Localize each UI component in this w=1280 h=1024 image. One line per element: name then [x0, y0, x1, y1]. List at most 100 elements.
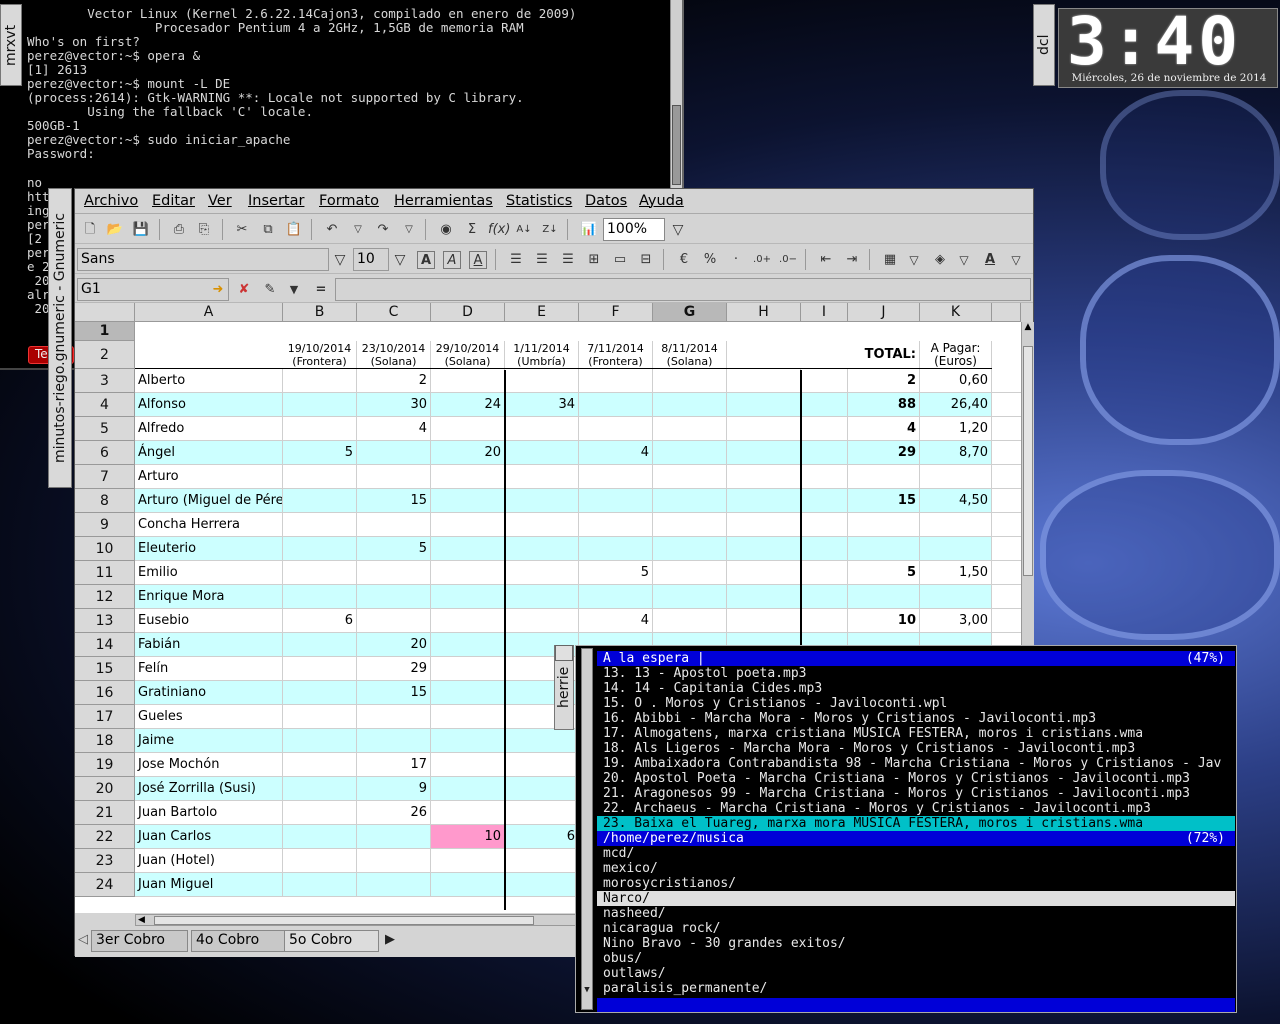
queue-item[interactable]: 20. Apostol Poeta - Marcha Cristiana - M… [597, 771, 1235, 786]
cell-f[interactable] [579, 369, 653, 393]
cell-g[interactable] [653, 585, 727, 609]
cell-d[interactable] [431, 657, 505, 681]
cell-f[interactable]: 4 [579, 609, 653, 633]
menu-insertar[interactable]: Insertar [248, 193, 304, 209]
menu-ayuda[interactable]: Ayuda [639, 193, 684, 209]
cell-g[interactable] [653, 513, 727, 537]
cell-k[interactable]: 3,00 [920, 609, 992, 633]
cell-f[interactable] [579, 393, 653, 417]
decrease-decimals-icon[interactable]: .0− [779, 251, 797, 269]
cell-i[interactable] [801, 585, 848, 609]
increase-indent-icon[interactable]: ⇥ [843, 251, 861, 269]
cell-j[interactable]: 10 [848, 609, 920, 633]
scroll-left-icon[interactable]: ◀ [138, 915, 145, 925]
queue-item[interactable]: 17. Almogatens, marxa cristiana MUSICA F… [597, 726, 1235, 741]
cell-b[interactable] [283, 489, 357, 513]
queue-item[interactable]: 16. Abibbi - Marcha Mora - Moros y Crist… [597, 711, 1235, 726]
cell-d[interactable] [431, 465, 505, 489]
queue-item[interactable]: 13. 13 - Apostol poeta.mp3 [597, 666, 1235, 681]
browser-item[interactable]: outlaws/ [597, 966, 1235, 981]
column-header-k[interactable]: K [920, 303, 992, 322]
percent-format-icon[interactable]: % [701, 251, 719, 269]
cell-h[interactable] [727, 465, 801, 489]
cell-h[interactable] [727, 561, 801, 585]
row-header[interactable]: 20 [75, 777, 135, 801]
cell-c[interactable]: 2 [357, 369, 431, 393]
cell-b[interactable] [283, 633, 357, 657]
cell-e[interactable] [505, 369, 579, 393]
cell-j[interactable]: 5 [848, 561, 920, 585]
cell-d[interactable] [431, 801, 505, 825]
cell-b[interactable] [283, 561, 357, 585]
cell-name[interactable]: Jose Mochón [135, 753, 283, 777]
column-header-j[interactable]: J [848, 303, 920, 322]
cell-b[interactable] [283, 777, 357, 801]
cell-j[interactable] [848, 585, 920, 609]
cell-h[interactable] [727, 585, 801, 609]
vertical-scroll-thumb[interactable] [1023, 346, 1033, 576]
cell-name[interactable]: Eusebio [135, 609, 283, 633]
cell-g[interactable] [653, 537, 727, 561]
cell-c[interactable]: 17 [357, 753, 431, 777]
column-header-a[interactable]: A [135, 303, 283, 322]
cell-h[interactable] [727, 369, 801, 393]
cell-c[interactable] [357, 585, 431, 609]
print-icon[interactable]: ⎙ [170, 221, 188, 239]
column-header-i[interactable]: I [801, 303, 848, 322]
cell-e[interactable] [505, 561, 579, 585]
menu-formato[interactable]: Formato [319, 193, 379, 209]
row-header[interactable]: 1 [75, 322, 135, 341]
cell-d[interactable] [431, 753, 505, 777]
browser-item[interactable]: mexico/ [597, 861, 1235, 876]
browser-item[interactable]: nicaragua rock/ [597, 921, 1235, 936]
cell-c[interactable]: 5 [357, 537, 431, 561]
increase-decimals-icon[interactable]: .0+ [753, 251, 771, 269]
terminal-scroll-thumb[interactable] [672, 105, 681, 185]
gnumeric-window-tab[interactable]: minutos-riego.gnumeric - Gnumeric [48, 188, 72, 488]
queue-item[interactable]: 21. Aragonesos 99 - Marcha Cristiana - M… [597, 786, 1235, 801]
cell-e[interactable] [505, 801, 579, 825]
cell-e[interactable]: 34 [505, 393, 579, 417]
cell-f[interactable] [579, 537, 653, 561]
cell-f[interactable]: 5 [579, 561, 653, 585]
cell-c[interactable]: 29 [357, 657, 431, 681]
cell-j[interactable] [848, 537, 920, 561]
browser-item[interactable]: Narco/ [597, 891, 1235, 906]
browser-item[interactable]: paralisis_permanente/ [597, 981, 1235, 996]
date-header-g[interactable]: 8/11/2014 (Solana) [653, 341, 727, 369]
cell-reference-box[interactable]: G1 [77, 278, 229, 301]
row-header[interactable]: 23 [75, 849, 135, 873]
save-icon[interactable]: 💾 [132, 221, 150, 239]
cell-c[interactable] [357, 465, 431, 489]
print-preview-icon[interactable]: ⎘ [195, 221, 213, 239]
herrie-window[interactable]: ▼ A la espera | (47%) 13. 13 - Apostol poe… [575, 645, 1237, 1013]
browser-item[interactable]: obus/ [597, 951, 1235, 966]
align-center-icon[interactable]: ☰ [533, 251, 551, 269]
terminal-scrollbar[interactable] [670, 0, 682, 190]
cell-j[interactable]: 15 [848, 489, 920, 513]
cell-c[interactable] [357, 609, 431, 633]
cell-d[interactable] [431, 849, 505, 873]
row-header[interactable]: 15 [75, 657, 135, 681]
font-color-dropdown-icon[interactable]: ▽ [1007, 251, 1025, 269]
cell-k[interactable]: 1,20 [920, 417, 992, 441]
cell-d[interactable] [431, 633, 505, 657]
align-right-icon[interactable]: ☰ [559, 251, 577, 269]
cell-c[interactable] [357, 729, 431, 753]
currency-format-icon[interactable]: € [675, 251, 693, 269]
cell-d[interactable] [431, 873, 505, 897]
cell-d[interactable] [431, 585, 505, 609]
menu-statistics[interactable]: Statistics [506, 193, 572, 209]
center-across-icon[interactable]: ▭ [611, 251, 629, 269]
select-all-corner[interactable] [75, 303, 135, 322]
cell-b[interactable] [283, 657, 357, 681]
cell-c[interactable] [357, 873, 431, 897]
cell-c[interactable] [357, 825, 431, 849]
cell-name[interactable]: Arturo (Miguel de Pérez) [135, 489, 283, 513]
cell-name[interactable]: Gratiniano [135, 681, 283, 705]
cell-d[interactable] [431, 369, 505, 393]
queue-item[interactable]: 15. O . Moros y Cristianos - Javiloconti… [597, 696, 1235, 711]
cell-b[interactable] [283, 849, 357, 873]
cell-d[interactable] [431, 489, 505, 513]
cell-d[interactable] [431, 609, 505, 633]
